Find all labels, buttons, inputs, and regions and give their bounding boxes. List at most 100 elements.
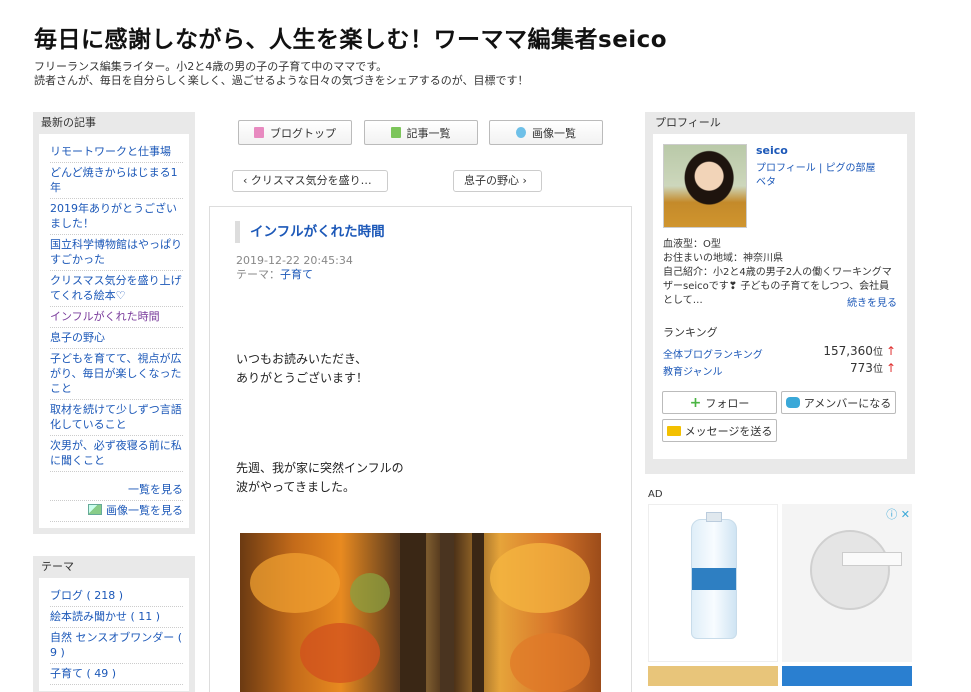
right-sidebar: プロフィール seico プロフィール | ピグの部屋 ベタ 血液型：O型 お住… xyxy=(645,112,915,686)
paragraph-line: 波がやってきました。 xyxy=(236,480,356,494)
ad-water-bottle[interactable] xyxy=(648,504,778,662)
article-list-button[interactable]: 記事一覧 xyxy=(363,120,478,145)
recent-article-link[interactable]: どんど焼きからはじまる1年 xyxy=(50,163,183,199)
speech-bubble-icon xyxy=(785,397,800,408)
article-theme: テーマ：子育て xyxy=(236,268,313,282)
theme-link[interactable]: 子育て ( 49 ) xyxy=(50,664,183,685)
theme-link[interactable]: ブログ ( 218 ) xyxy=(50,586,183,607)
article-list-icon xyxy=(390,127,401,138)
photo-tree-trunk xyxy=(440,533,454,692)
plus-icon: + xyxy=(689,394,702,411)
blog-nav-buttons: ブログトップ 記事一覧 画像一覧 xyxy=(209,120,632,145)
themes-box: テーマ ブログ ( 218 ) 絵本読み聞かせ ( 11 ) 自然 センスオブワ… xyxy=(33,556,195,692)
ranking-overall-value: 157,360位 ↑ xyxy=(823,343,896,358)
see-list-link[interactable]: 一覧を見る xyxy=(50,480,183,501)
next-article-link[interactable]: 息子の野心 › xyxy=(453,170,542,192)
ranking-genre-link[interactable]: 教育ジャンル xyxy=(663,367,723,378)
ranking-genre-value: 773位 ↑ xyxy=(850,360,896,375)
article: インフルがくれた時間 2019-12-22 20:45:34 テーマ：子育て い… xyxy=(209,206,632,692)
article-title[interactable]: インフルがくれた時間 xyxy=(235,221,385,243)
recent-article-link[interactable]: 子どもを育てて、視点が広がり、毎日が楽しくなったこと xyxy=(50,349,183,400)
ad-label: AD xyxy=(648,489,663,500)
profile-name[interactable]: seico xyxy=(756,144,788,157)
rank-number: 773 xyxy=(850,361,873,375)
camera-icon xyxy=(516,127,526,138)
article-photo[interactable] xyxy=(240,533,601,692)
amember-label: アメンバーになる xyxy=(803,396,892,410)
article-pager: ‹ クリスマス気分を盛り… 息子の野心 › xyxy=(209,170,632,192)
theme-link[interactable]: 自然 センスオブワンダー ( 9 ) xyxy=(50,628,183,664)
blog-top-icon xyxy=(254,127,264,138)
residence: お住まいの地域：神奈川県 xyxy=(663,253,783,264)
photo-tree-trunk xyxy=(472,533,484,692)
pigg-room-link[interactable]: ピグの部屋 xyxy=(826,163,876,174)
next-article-label: 息子の野心 xyxy=(464,174,519,187)
follow-button[interactable]: + フォロー xyxy=(662,391,777,414)
rank-up-icon: ↑ xyxy=(885,344,896,358)
article-list-label: 記事一覧 xyxy=(406,126,451,140)
bottle-label xyxy=(692,568,736,590)
ad-water-tap[interactable]: ⓘ ✕ xyxy=(782,504,912,662)
rank-number: 157,360 xyxy=(823,344,873,358)
profile-body: seico プロフィール | ピグの部屋 ベタ 血液型：O型 お住まいの地域：神… xyxy=(653,134,907,459)
main-content: ブログトップ 記事一覧 画像一覧 ‹ クリスマス気分を盛り… 息子の野心 › イ… xyxy=(209,120,632,692)
article-date: 2019-12-22 20:45:34 xyxy=(236,254,353,267)
article-theme-link[interactable]: 子育て xyxy=(280,268,313,281)
rank-up-icon: ↑ xyxy=(885,361,896,375)
blog-header: 毎日に感謝しながら、人生を楽しむ！ワーママ編集者seico フリーランス編集ライ… xyxy=(34,20,934,88)
ad-tile[interactable] xyxy=(782,666,912,686)
paragraph-line: 先週、我が家に突然インフルの xyxy=(236,459,404,478)
follow-label: フォロー xyxy=(705,396,750,410)
see-images-link[interactable]: 画像一覧を見る xyxy=(50,501,183,522)
ranking-overall-link[interactable]: 全体ブログランキング xyxy=(663,350,763,361)
profile-link[interactable]: プロフィール xyxy=(756,163,816,174)
image-list-button[interactable]: 画像一覧 xyxy=(489,120,603,145)
see-images-label: 画像一覧を見る xyxy=(106,504,183,517)
blog-title[interactable]: 毎日に感謝しながら、人生を楽しむ！ワーママ編集者seico xyxy=(34,20,934,54)
avatar[interactable] xyxy=(663,144,747,228)
left-sidebar: 最新の記事 リモートワークと仕事場 どんど焼きからはじまる1年 2019年ありが… xyxy=(33,112,195,692)
tap-image xyxy=(810,530,902,610)
photo-tree-trunk xyxy=(400,533,426,692)
blog-description-line: フリーランス編集ライター。小2と4歳の男の子の子育て中のママです。 xyxy=(34,60,388,73)
themes-heading: テーマ xyxy=(41,560,74,573)
message-button[interactable]: メッセージを送る xyxy=(662,419,777,442)
ranking-row: 教育ジャンル 773位 ↑ xyxy=(663,360,896,378)
bottle-image xyxy=(691,512,737,639)
photo-foliage xyxy=(510,633,590,692)
recent-article-link[interactable]: 2019年ありがとうございました！ xyxy=(50,199,183,235)
recent-article-link[interactable]: クリスマス気分を盛り上げてくれる絵本♡ xyxy=(50,271,183,307)
mail-icon xyxy=(666,425,681,436)
prev-article-link[interactable]: ‹ クリスマス気分を盛り… xyxy=(232,170,388,192)
see-more-link[interactable]: 続きを見る xyxy=(847,294,897,309)
theme-link[interactable]: 絵本読み聞かせ ( 11 ) xyxy=(50,607,183,628)
recent-article-link[interactable]: 次男が、必ず夜寝る前に私に聞くこと xyxy=(50,436,183,472)
article-theme-label: テーマ： xyxy=(236,268,280,281)
recent-article-link[interactable]: 取材を続けて少しずつ言語化していること xyxy=(50,400,183,436)
prev-article-label: クリスマス気分を盛り… xyxy=(250,174,372,187)
ranking-row: 全体ブログランキング 157,360位 ↑ xyxy=(663,343,896,361)
recent-articles-heading: 最新の記事 xyxy=(41,116,96,129)
paragraph-text: 先週、我が家に突然インフル xyxy=(236,461,392,475)
photo-foliage xyxy=(250,553,340,613)
ad-close-icon[interactable]: ⓘ ✕ xyxy=(886,506,910,522)
recent-article-link[interactable]: リモートワークと仕事場 xyxy=(50,142,183,163)
blog-top-button[interactable]: ブログトップ xyxy=(238,120,352,145)
recent-article-link[interactable]: 息子の野心 xyxy=(50,328,183,349)
amember-button[interactable]: アメンバーになる xyxy=(781,391,896,414)
ad-tile[interactable] xyxy=(648,666,778,686)
blog-description-line: 読者さんが、毎日を自分らしく楽しく、過ごせるような日々の気づきをシェアするのが、… xyxy=(34,74,529,87)
rank-unit: 位 xyxy=(872,364,883,375)
recent-article-link[interactable]: 国立科学博物館はやっぱりすごかった xyxy=(50,235,183,271)
recent-article-link-current[interactable]: インフルがくれた時間 xyxy=(50,307,183,328)
rank-unit: 位 xyxy=(872,347,883,358)
themes-list: ブログ ( 218 ) 絵本読み聞かせ ( 11 ) 自然 センスオブワンダー … xyxy=(39,578,189,691)
profile-links: プロフィール | ピグの部屋 ベタ xyxy=(756,162,886,190)
article-paragraph: 先週、我が家に突然インフルの 波がやってきました。 xyxy=(236,459,404,497)
bottle-cap xyxy=(706,512,722,522)
image-icon xyxy=(88,504,102,515)
blog-description: フリーランス編集ライター。小2と4歳の男の子の子育て中のママです。 読者さんが、… xyxy=(34,60,934,88)
photo-foliage xyxy=(490,543,590,613)
beta-link[interactable]: ベタ xyxy=(756,177,776,188)
profile-box: プロフィール seico プロフィール | ピグの部屋 ベタ 血液型：O型 お住… xyxy=(645,112,915,474)
